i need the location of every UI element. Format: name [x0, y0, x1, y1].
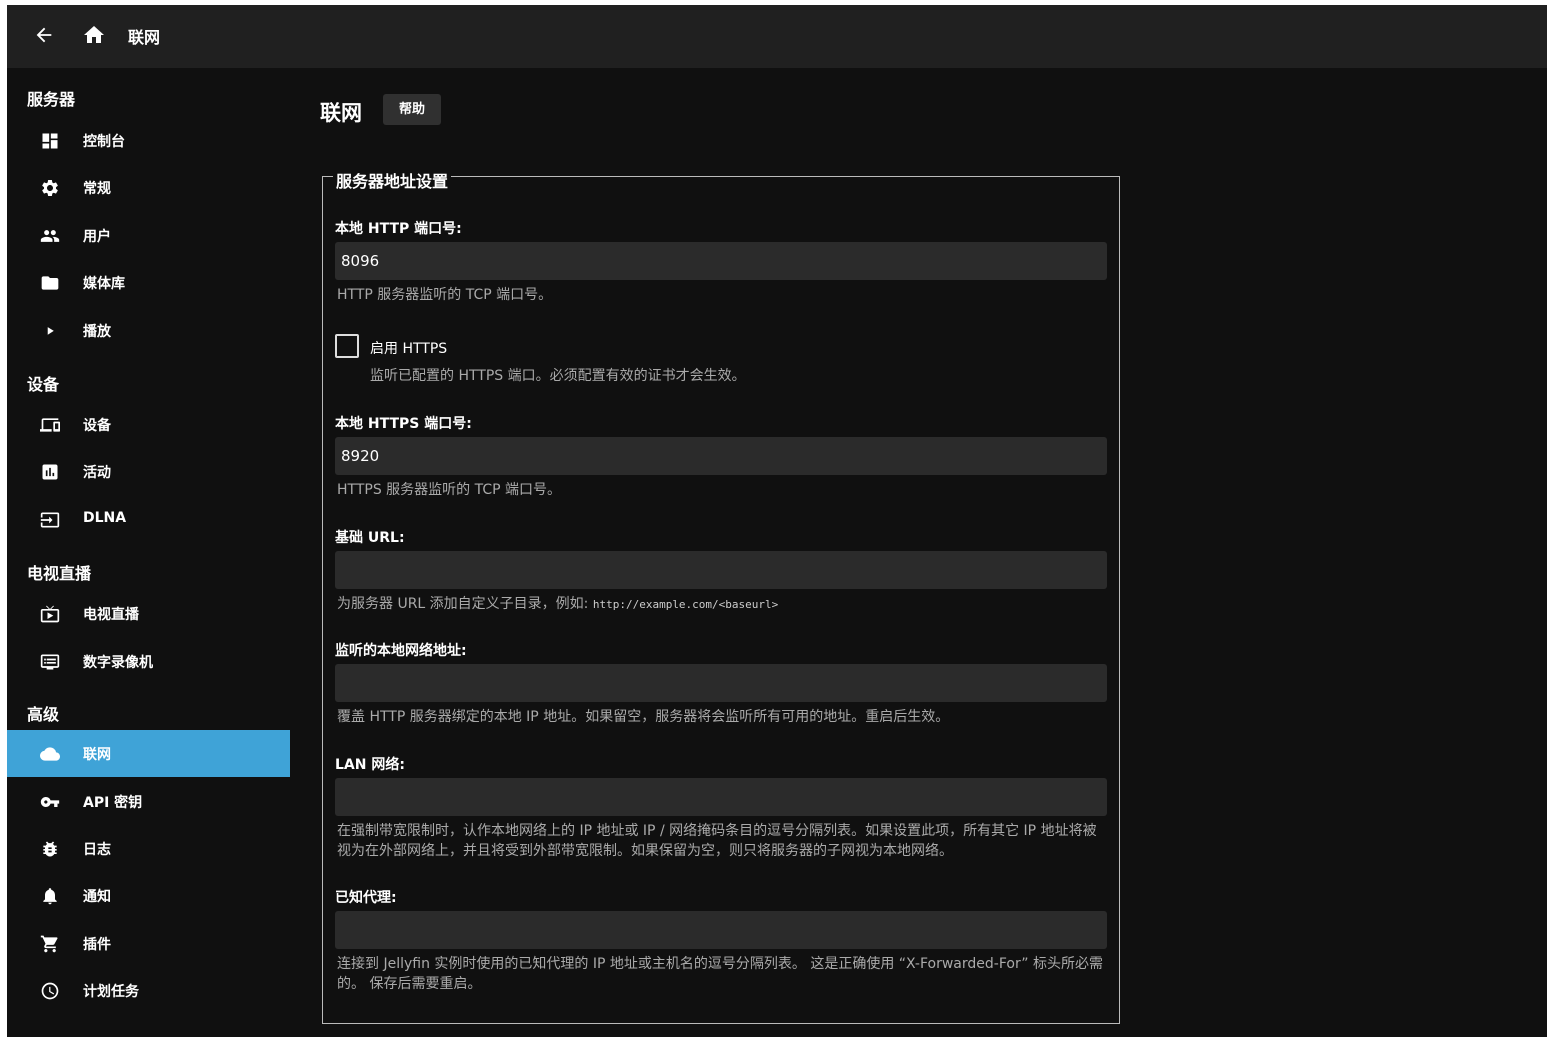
- known-proxies-description: 连接到 Jellyfin 实例时使用的已知代理的 IP 地址或主机名的逗号分隔列…: [337, 956, 1103, 992]
- sidebar-item-label: 设备: [83, 418, 111, 434]
- dashboard-icon: [42, 133, 58, 149]
- sidebar-item-label: API 密钥: [83, 795, 143, 811]
- sidebar-item-scheduled-tasks[interactable]: 计划任务: [7, 967, 290, 1014]
- folder-icon: [41, 276, 59, 290]
- sidebar-section-devices: 设备: [27, 375, 60, 394]
- live-tv-icon: [40, 605, 60, 623]
- key-icon: [40, 797, 60, 807]
- bell-icon: [43, 888, 57, 905]
- sidebar-item-general[interactable]: 常规: [7, 164, 290, 211]
- page-header-title: 联网: [128, 28, 161, 47]
- devices-icon: [40, 418, 60, 432]
- base-url-desc-text: 为服务器 URL 添加自定义子目录，例如:: [337, 596, 593, 612]
- home-icon[interactable]: [82, 23, 106, 47]
- bind-address-label: 监听的本地网络地址:: [335, 643, 467, 659]
- people-icon: [40, 230, 60, 242]
- sidebar-item-label: 控制台: [83, 134, 125, 150]
- sidebar-item-label: 用户: [83, 229, 111, 245]
- cloud-icon: [40, 747, 60, 761]
- lan-networks-label: LAN 网络:: [335, 757, 405, 773]
- sidebar-item-api-keys[interactable]: API 密钥: [7, 778, 290, 825]
- https-port-description: HTTPS 服务器监听的 TCP 端口号。: [337, 482, 562, 498]
- lan-networks-description: 在强制带宽限制时，认作本地网络上的 IP 地址或 IP / 网络掩码条目的逗号分…: [337, 823, 1097, 859]
- sidebar-item-label: 媒体库: [83, 276, 125, 292]
- sidebar-item-label: 常规: [83, 181, 111, 197]
- enable-https-label[interactable]: 启用 HTTPS: [370, 338, 447, 358]
- base-url-label: 基础 URL:: [335, 530, 405, 546]
- https-port-label: 本地 HTTPS 端口号:: [335, 416, 472, 432]
- lan-networks-input[interactable]: [335, 778, 1107, 816]
- sidebar-item-dashboard[interactable]: 控制台: [7, 117, 290, 164]
- sidebar-item-activity[interactable]: 活动: [7, 448, 290, 495]
- sidebar: 服务器 控制台 常规 用户 媒体库 播放 设备 设备 活动 DLNA 电视直播 …: [7, 68, 290, 1037]
- chart-icon: [42, 464, 58, 480]
- base-url-description: 为服务器 URL 添加自定义子目录，例如: http://example.com…: [337, 594, 1107, 615]
- app-window: 联网 服务器 控制台 常规 用户 媒体库 播放 设备 设备 活动 DLNA 电视…: [7, 5, 1547, 1037]
- sidebar-item-devices[interactable]: 设备: [7, 401, 290, 448]
- http-port-label: 本地 HTTP 端口号:: [335, 221, 462, 237]
- bind-address-input[interactable]: [335, 664, 1107, 702]
- sidebar-item-users[interactable]: 用户: [7, 212, 290, 259]
- sidebar-item-live-tv[interactable]: 电视直播: [7, 590, 290, 637]
- https-port-input[interactable]: 8920: [335, 437, 1107, 475]
- bind-address-description: 覆盖 HTTP 服务器绑定的本地 IP 地址。如果留空，服务器将会监听所有可用的…: [337, 709, 950, 725]
- sidebar-item-label: DLNA: [83, 510, 127, 526]
- cart-icon: [40, 935, 58, 953]
- sidebar-item-label: 数字录像机: [83, 655, 153, 671]
- page-title: 联网: [320, 101, 362, 125]
- sidebar-section-advanced: 高级: [27, 705, 60, 724]
- help-button[interactable]: 帮助: [383, 94, 441, 125]
- http-port-description: HTTP 服务器监听的 TCP 端口号。: [337, 287, 553, 303]
- sidebar-item-playback[interactable]: 播放: [7, 307, 290, 354]
- sidebar-item-plugins[interactable]: 插件: [7, 920, 290, 967]
- main-content: 联网 帮助 服务器地址设置 本地 HTTP 端口号: 8096 HTTP 服务器…: [290, 68, 1547, 1037]
- fieldset-legend: 服务器地址设置: [333, 168, 452, 192]
- gear-icon: [42, 180, 58, 196]
- sidebar-item-libraries[interactable]: 媒体库: [7, 259, 290, 306]
- dvr-icon: [40, 654, 60, 670]
- sidebar-section-live-tv: 电视直播: [27, 564, 92, 583]
- sidebar-item-label: 通知: [83, 889, 111, 905]
- input-icon: [40, 512, 60, 528]
- top-bar: 联网: [7, 5, 1547, 68]
- http-port-input[interactable]: 8096: [335, 242, 1107, 280]
- base-url-input[interactable]: [335, 551, 1107, 589]
- enable-https-description: 监听已配置的 HTTPS 端口。必须配置有效的证书才会生效。: [370, 368, 746, 384]
- back-arrow-icon[interactable]: [33, 24, 55, 46]
- sidebar-item-label: 插件: [83, 937, 111, 953]
- sidebar-item-label: 日志: [83, 842, 111, 858]
- clock-icon: [41, 982, 59, 1000]
- sidebar-item-notifications[interactable]: 通知: [7, 872, 290, 919]
- bug-icon: [43, 841, 57, 857]
- base-url-example: http://example.com/<baseurl>: [592, 598, 779, 611]
- enable-https-checkbox[interactable]: [335, 334, 359, 358]
- sidebar-item-networking[interactable]: 联网: [7, 730, 290, 777]
- sidebar-section-server: 服务器: [27, 90, 76, 109]
- sidebar-item-label: 联网: [83, 747, 111, 763]
- sidebar-item-label: 播放: [83, 324, 111, 340]
- sidebar-item-dlna[interactable]: DLNA: [7, 496, 290, 543]
- sidebar-item-label: 电视直播: [83, 607, 139, 623]
- sidebar-item-logs[interactable]: 日志: [7, 825, 290, 872]
- sidebar-item-dvr[interactable]: 数字录像机: [7, 638, 290, 685]
- sidebar-item-label: 计划任务: [83, 984, 139, 1000]
- known-proxies-input[interactable]: [335, 911, 1107, 949]
- play-icon: [47, 327, 54, 335]
- sidebar-item-label: 活动: [83, 465, 111, 481]
- known-proxies-label: 已知代理:: [335, 890, 397, 906]
